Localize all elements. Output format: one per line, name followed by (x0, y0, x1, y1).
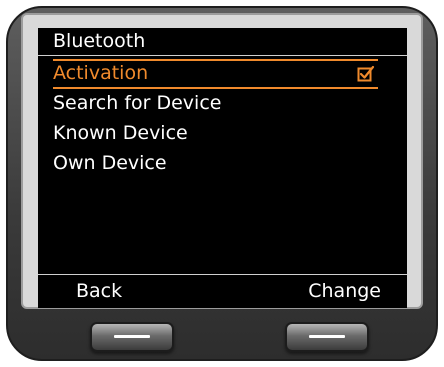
dash-bar-icon (309, 335, 345, 338)
softkey-divider (38, 274, 407, 275)
softkey-change[interactable]: Change (308, 277, 381, 305)
menu-item-label: Known Device (53, 122, 188, 144)
menu-item-label: Search for Device (53, 92, 222, 114)
dash-bar-icon (114, 335, 150, 338)
menu-item-label: Own Device (53, 152, 167, 174)
menu-item-own-device[interactable]: Own Device (38, 148, 407, 178)
menu-list: Activation Search for Device Known Devic… (38, 58, 407, 178)
title-divider (38, 55, 407, 56)
menu-item-label: Activation (53, 62, 149, 84)
softkey-back[interactable]: Back (76, 277, 122, 305)
left-hardware-key[interactable] (90, 322, 174, 352)
display-screen: Bluetooth Activation Search for Device K… (38, 28, 407, 308)
checkbox-checked-icon[interactable] (357, 65, 375, 83)
menu-item-known-device[interactable]: Known Device (38, 118, 407, 148)
menu-item-search-for-device[interactable]: Search for Device (38, 88, 407, 118)
screen-title: Bluetooth (53, 30, 146, 52)
menu-item-activation[interactable]: Activation (38, 58, 407, 89)
right-hardware-key[interactable] (285, 322, 369, 352)
selection-top-line (53, 59, 378, 61)
